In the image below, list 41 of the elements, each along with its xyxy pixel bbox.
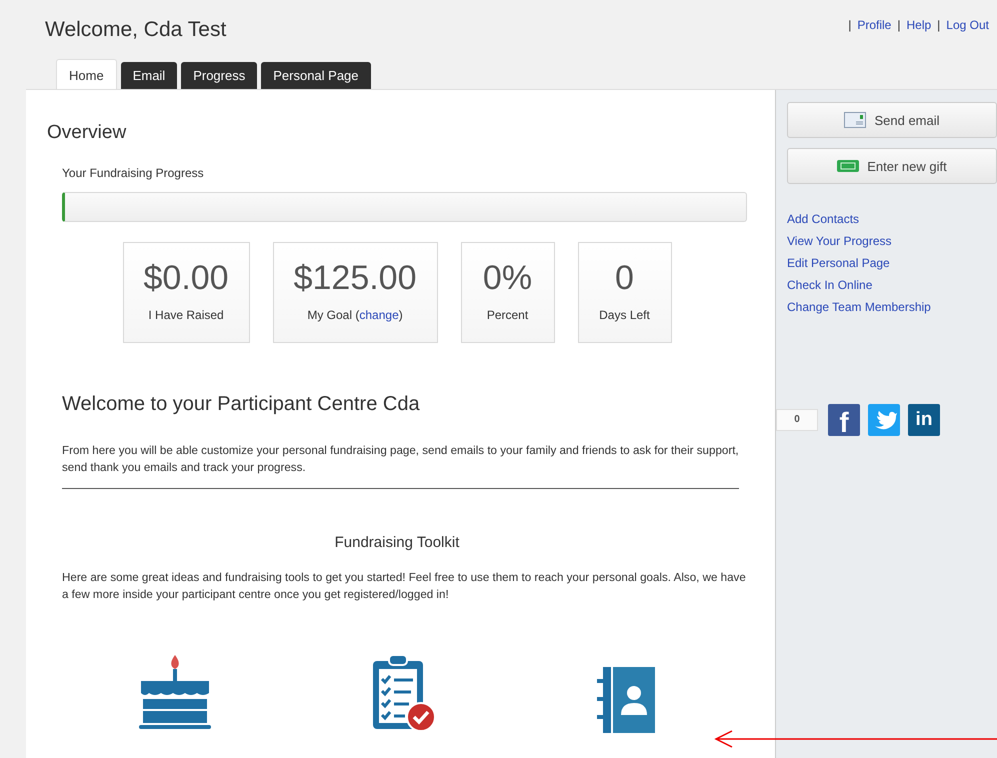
toolkit-title: Fundraising Toolkit xyxy=(334,534,460,551)
tab[interactable]: Progress xyxy=(181,62,258,89)
stat-label: Percent xyxy=(486,308,528,322)
tab[interactable]: Email xyxy=(120,62,178,89)
toolkit-text: Here are some great ideas and fundraising tools to get you started! Feel free to use them to reach your personal goals. Also, we have a few more inside your participant centre once you get registered/logged in! xyxy=(62,570,747,603)
welcome-title: Welcome to your Participant Centre Cda xyxy=(62,393,421,416)
welcome-heading: Welcome, Cda Test xyxy=(45,18,226,43)
sidebar-button[interactable]: Enter new gift xyxy=(787,148,997,184)
welcome-text: From here you will be able customize your personal fundraising page, send emails to your family and friends to ask for their support, send thank you emails and track your progress. xyxy=(62,443,740,476)
progress-label: Your Fundraising Progress xyxy=(62,166,205,180)
banknote-icon xyxy=(837,160,860,172)
link-separator: | xyxy=(937,18,940,32)
header-link[interactable]: Profile xyxy=(857,18,892,32)
twitter-button[interactable] xyxy=(868,404,900,436)
sidebar-link[interactable]: Add Contacts xyxy=(787,212,997,226)
linkedin-button[interactable]: in xyxy=(908,404,940,436)
stat-value: $0.00 xyxy=(144,259,229,298)
section-title: Overview xyxy=(47,122,128,144)
sidebar-link[interactable]: Check In Online xyxy=(787,278,997,292)
envelope-icon xyxy=(844,112,866,128)
stat-label: My Goal (change) xyxy=(307,308,403,322)
sidebar-link[interactable]: Edit Personal Page xyxy=(787,256,997,270)
header-link[interactable]: Help xyxy=(906,18,932,32)
link-separator: | xyxy=(848,18,852,32)
stat-value: 0% xyxy=(482,259,534,298)
stat-value: 0 xyxy=(614,259,635,298)
stat-label: Days Left xyxy=(599,308,650,322)
facebook-button[interactable]: f xyxy=(828,404,860,436)
stat-value: $125.00 xyxy=(294,259,416,298)
sidebar-button[interactable]: Send email xyxy=(787,102,997,138)
change-link[interactable]: change xyxy=(359,308,399,322)
share-count: 0 xyxy=(776,409,818,431)
header-link[interactable]: Log Out xyxy=(946,18,989,32)
link-separator: | xyxy=(897,18,900,32)
tab[interactable]: Home xyxy=(56,59,117,89)
tab[interactable]: Personal Page xyxy=(261,62,371,89)
stat-label: I Have Raised xyxy=(148,308,224,322)
checklist-icon[interactable] xyxy=(371,653,437,733)
address-book-icon[interactable] xyxy=(597,667,655,733)
sidebar-link[interactable]: View Your Progress xyxy=(787,234,997,248)
sidebar-link[interactable]: Change Team Membership xyxy=(787,300,997,314)
